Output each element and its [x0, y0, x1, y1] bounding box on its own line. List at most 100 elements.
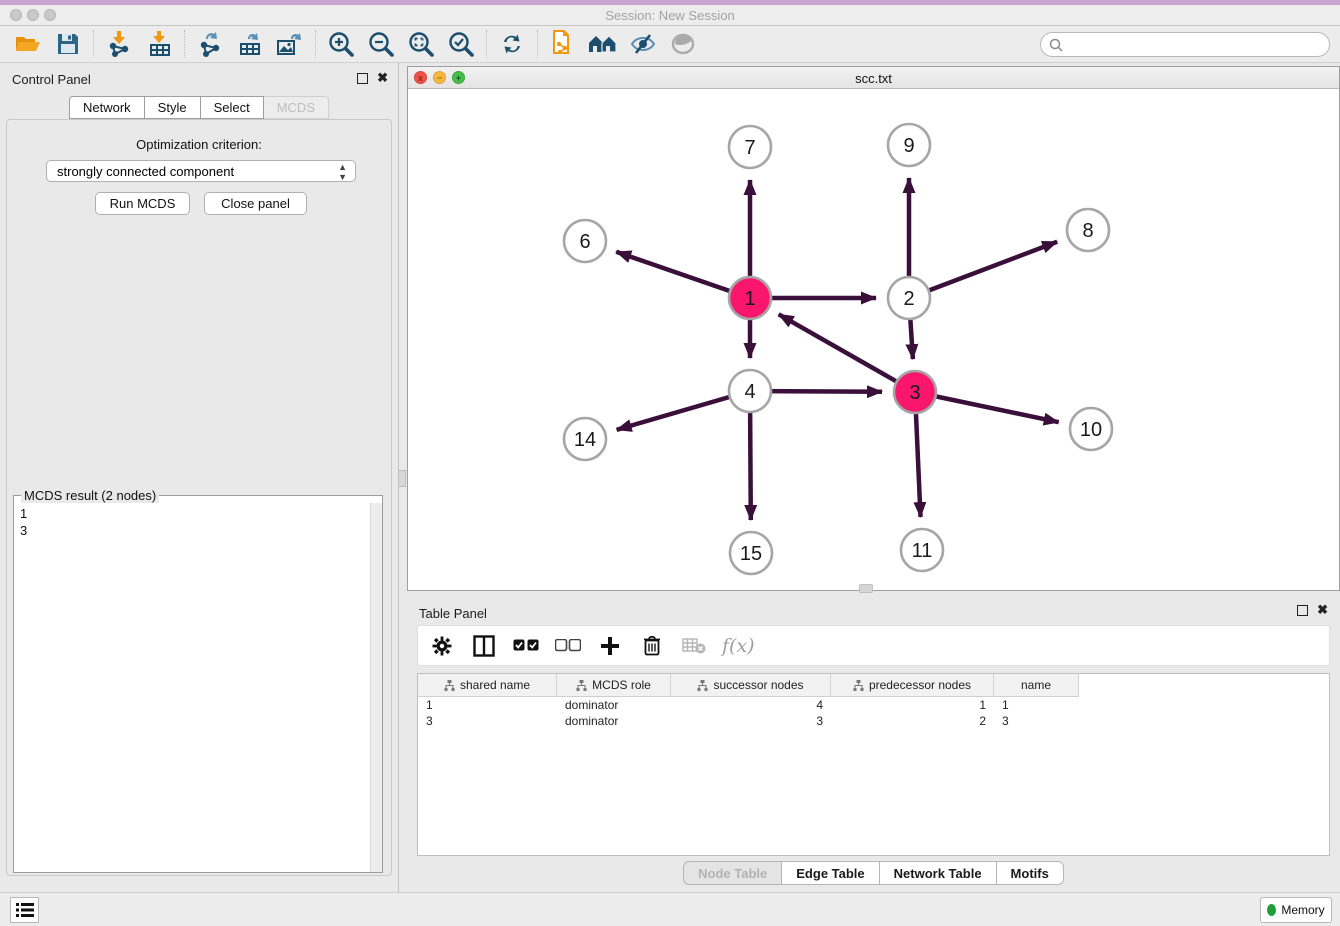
column-header[interactable]: shared name	[418, 674, 557, 697]
status-bar: Memory	[0, 892, 1340, 926]
mcds-result-list[interactable]: 13	[14, 503, 370, 872]
search-input[interactable]	[1068, 37, 1329, 52]
eye-icon	[671, 33, 695, 55]
tab-network[interactable]: Network	[69, 96, 145, 119]
float-table-panel-icon[interactable]	[1297, 605, 1308, 616]
table-cell[interactable]: dominator	[557, 697, 671, 713]
optimization-criterion-select[interactable]: strongly connected component ▲▼	[46, 160, 356, 182]
import-table-button[interactable]	[139, 28, 179, 60]
float-panel-icon[interactable]	[357, 73, 368, 84]
table-settings-button[interactable]	[428, 632, 456, 660]
vertical-splitter-handle[interactable]	[398, 470, 406, 487]
tab-network-table[interactable]: Network Table	[880, 861, 997, 885]
function-builder-button[interactable]: f(x)	[722, 632, 755, 660]
import-network-button[interactable]	[99, 28, 139, 60]
run-mcds-button[interactable]: Run MCDS	[95, 192, 190, 215]
table-cell[interactable]: 3	[994, 713, 1079, 729]
tab-edge-table[interactable]: Edge Table	[782, 861, 879, 885]
tab-style[interactable]: Style	[145, 96, 201, 119]
column-header[interactable]: successor nodes	[671, 674, 831, 697]
table-cell[interactable]: 3	[418, 713, 557, 729]
trash-icon	[643, 635, 661, 656]
graph-edge-3-1[interactable]	[779, 314, 915, 392]
zoom-fit-button[interactable]	[401, 28, 441, 60]
table-cell[interactable]: 1	[418, 697, 557, 713]
open-folder-icon	[15, 33, 41, 55]
table-cell[interactable]: 1	[994, 697, 1079, 713]
optimization-criterion-label: Optimization criterion:	[7, 137, 391, 152]
checked-boxes-icon	[513, 639, 539, 652]
clone-network-button[interactable]	[543, 28, 583, 60]
table-cell[interactable]: dominator	[557, 713, 671, 729]
columns-icon	[473, 635, 495, 657]
graph-node-label: 15	[740, 543, 762, 565]
tab-node-table[interactable]: Node Table	[683, 861, 782, 885]
graph-node-label: 4	[744, 381, 755, 403]
graph-edge-2-8[interactable]	[909, 242, 1057, 298]
table-toolbar: f(x)	[417, 625, 1330, 666]
hide-selected-button[interactable]	[623, 28, 663, 60]
export-image-button[interactable]	[270, 28, 310, 60]
column-header[interactable]: name	[994, 674, 1079, 697]
delete-table-button[interactable]	[680, 632, 708, 660]
network-window-title: scc.txt	[408, 71, 1339, 86]
task-history-button[interactable]	[10, 897, 39, 923]
delete-row-button[interactable]	[638, 632, 666, 660]
save-session-button[interactable]	[48, 28, 88, 60]
table-cell[interactable]: 1	[831, 697, 994, 713]
eye-slash-icon	[630, 33, 656, 55]
zoom-selected-button[interactable]	[441, 28, 481, 60]
toolbar-separator	[537, 30, 538, 58]
import-table-icon	[148, 31, 170, 57]
column-header[interactable]: MCDS role	[557, 674, 671, 697]
deselect-all-button[interactable]	[554, 632, 582, 660]
graph-node-label: 7	[744, 137, 755, 159]
main-toolbar	[0, 26, 1340, 63]
mcds-result-scrollbar[interactable]	[370, 503, 382, 872]
control-panel-header: Control Panel ✖	[0, 63, 398, 93]
import-network-icon	[107, 31, 131, 57]
network-window-titlebar[interactable]: x − + scc.txt	[408, 67, 1339, 89]
zoom-in-icon	[328, 31, 354, 57]
tab-select[interactable]: Select	[201, 96, 264, 119]
tab-motifs[interactable]: Motifs	[997, 861, 1064, 885]
graph-node-label: 2	[903, 288, 914, 310]
search-box[interactable]	[1040, 32, 1330, 57]
close-table-panel-icon[interactable]: ✖	[1317, 602, 1328, 618]
delete-table-icon	[682, 638, 706, 654]
table-cell[interactable]: 2	[831, 713, 994, 729]
close-panel-icon[interactable]: ✖	[377, 70, 388, 86]
zoom-in-button[interactable]	[321, 28, 361, 60]
graph-node-label: 8	[1082, 220, 1093, 242]
hierarchy-icon	[853, 680, 864, 691]
chevron-up-down-icon: ▲▼	[338, 162, 347, 182]
tab-mcds[interactable]: MCDS	[264, 96, 329, 119]
table-panel: Table Panel ✖	[407, 597, 1340, 891]
refresh-view-button[interactable]	[492, 28, 532, 60]
hierarchy-icon	[576, 680, 587, 691]
column-header[interactable]: predecessor nodes	[831, 674, 994, 697]
horizontal-splitter-handle[interactable]	[859, 584, 873, 593]
show-all-button[interactable]	[663, 28, 703, 60]
add-row-button[interactable]	[596, 632, 624, 660]
export-network-button[interactable]	[190, 28, 230, 60]
table-row[interactable]: 3dominator323	[418, 713, 1329, 729]
network-canvas[interactable]: 7968124314101511	[408, 89, 1339, 590]
close-panel-button[interactable]: Close panel	[204, 192, 307, 215]
zoom-out-icon	[368, 31, 394, 57]
graph-node-label: 9	[903, 135, 914, 157]
select-all-button[interactable]	[512, 632, 540, 660]
open-session-button[interactable]	[8, 28, 48, 60]
memory-button[interactable]: Memory	[1260, 897, 1332, 923]
table-row[interactable]: 1dominator411	[418, 697, 1329, 713]
titlebar-accent-strip	[0, 0, 1340, 5]
network-graph: 7968124314101511	[408, 89, 1339, 590]
network-overview-button[interactable]	[583, 28, 623, 60]
zoom-out-button[interactable]	[361, 28, 401, 60]
table-cell[interactable]: 3	[671, 713, 831, 729]
export-table-button[interactable]	[230, 28, 270, 60]
table-cell[interactable]: 4	[671, 697, 831, 713]
result-item: 3	[20, 522, 370, 539]
node-table[interactable]: shared nameMCDS rolesuccessor nodesprede…	[417, 673, 1330, 856]
show-columns-button[interactable]	[470, 632, 498, 660]
